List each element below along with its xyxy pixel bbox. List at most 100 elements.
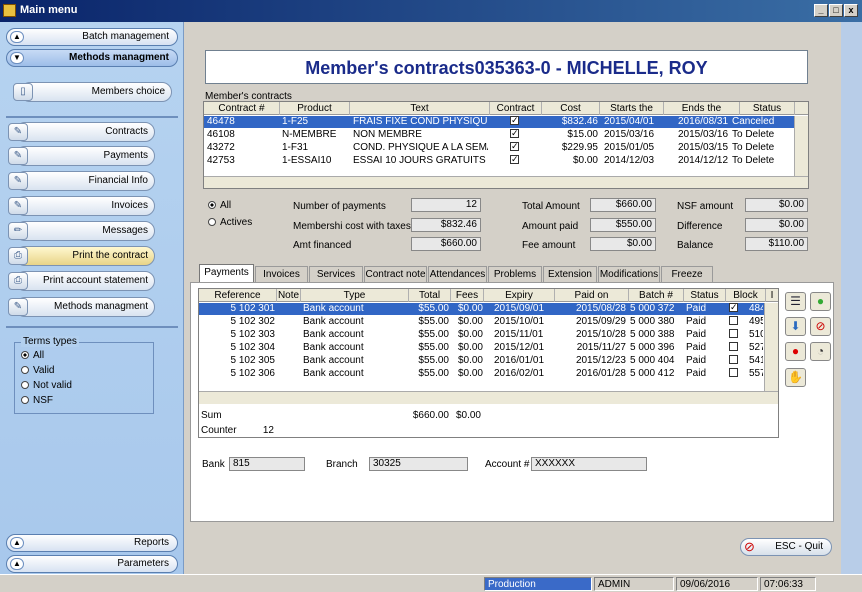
table-row[interactable]: 5 102 304 Bank account $55.00 $0.00 2015/12/… [199, 342, 778, 354]
terms-radio-all[interactable]: All [21, 350, 44, 362]
table-row[interactable]: 5 102 306 Bank account $55.00 $0.00 2016/02/… [199, 368, 778, 380]
table-row[interactable]: 42753 1-ESSAI10 ESSAI 10 JOURS GRATUITS … [204, 155, 808, 167]
tab-services[interactable]: Services [309, 266, 363, 282]
nav-contracts[interactable]: ✎ Contracts [8, 122, 155, 142]
tab-payments[interactable]: Payments [199, 264, 254, 283]
cell-total: $55.00 [418, 316, 449, 327]
table-row[interactable]: 5 102 305 Bank account $55.00 $0.00 2016/01/… [199, 355, 778, 367]
nav-invoices[interactable]: ✎ Invoices [8, 196, 155, 216]
tab-problems[interactable]: Problems [488, 266, 542, 282]
table-row[interactable]: 5 102 301 Bank account $55.00 $0.00 2015/09/… [199, 303, 778, 315]
col-block[interactable]: Block [726, 289, 766, 302]
col-i[interactable]: I [766, 289, 778, 302]
col-note[interactable]: Note [277, 289, 301, 302]
payments-hscrollbar[interactable] [199, 391, 778, 404]
cell-i: 510 [749, 329, 763, 340]
counter-label: Counter [201, 425, 237, 436]
nav-label: Invoices [111, 200, 148, 211]
export-button[interactable]: ☰ [785, 292, 806, 311]
contract-checkbox[interactable] [510, 142, 519, 152]
col-total[interactable]: Total [409, 289, 451, 302]
terms-radio-not-valid[interactable]: Not valid [21, 380, 72, 392]
col-reference[interactable]: Reference [199, 289, 277, 302]
stop-button[interactable]: ✋ [785, 368, 806, 387]
col-status[interactable]: Status [684, 289, 726, 302]
block-checkbox[interactable] [729, 303, 738, 313]
block-checkbox[interactable] [729, 355, 738, 364]
filter-radio-all[interactable]: All [208, 200, 231, 212]
col-paid-on[interactable]: Paid on [555, 289, 629, 302]
red-action-button[interactable]: ● [785, 342, 806, 361]
contract-checkbox[interactable] [510, 155, 519, 165]
table-row[interactable]: 46478 1-F25 FRAIS FIXE COND PHYSIQUE A $… [204, 116, 808, 128]
group-label: Reports [133, 537, 169, 548]
stop-hand-icon: ✋ [788, 370, 803, 384]
col-contract[interactable]: Contract [490, 102, 542, 115]
table-row[interactable]: 43272 1-F31 COND. PHYSIQUE A LA SEMAIN $… [204, 142, 808, 154]
nav-messages[interactable]: ✏ Messages [8, 221, 155, 241]
col-batch[interactable]: Batch # [629, 289, 684, 302]
contract-checkbox[interactable] [510, 129, 519, 139]
contracts-table[interactable]: Contract # Product Text Contract Cost St… [203, 101, 809, 189]
maximize-button[interactable]: □ [829, 4, 843, 17]
printer-icon: ⎙ [8, 272, 28, 290]
tab-attendances[interactable]: Attendances [428, 266, 487, 282]
methods-management-group[interactable]: ▼ Methods managment [6, 49, 178, 67]
block-checkbox[interactable] [729, 368, 738, 377]
col-contract-num[interactable]: Contract # [204, 102, 280, 115]
parameters-group[interactable]: ▲ Parameters [6, 555, 178, 573]
col-ends[interactable]: Ends the [664, 102, 740, 115]
col-status[interactable]: Status [740, 102, 795, 115]
nav-print-contract[interactable]: ⎙ Print the contract [8, 246, 155, 266]
contracts-vscrollbar[interactable] [794, 116, 808, 176]
close-button[interactable]: x [844, 4, 858, 17]
tab-modifications[interactable]: Modifications [598, 266, 660, 282]
balance-label: Balance [677, 240, 714, 251]
col-fees[interactable]: Fees [451, 289, 484, 302]
minimize-button[interactable]: _ [814, 4, 828, 17]
move-down-button[interactable]: ⬇ [785, 317, 806, 336]
payments-vscrollbar[interactable] [764, 303, 778, 391]
cell-paid: 2015/10/28 [575, 329, 626, 340]
tab-freeze[interactable]: Freeze [661, 266, 713, 282]
batch-management-group[interactable]: ▲ Batch management [6, 28, 178, 46]
nav-print-account-statement[interactable]: ⎙ Print account statement [8, 271, 155, 291]
settings-action-button[interactable]: ◔ [810, 342, 831, 361]
members-choice-button[interactable]: ▯ Members choice [13, 82, 172, 102]
table-row[interactable]: 5 102 302 Bank account $55.00 $0.00 2015/10/… [199, 316, 778, 328]
stack-icon: ☰ [790, 294, 801, 308]
block-checkbox[interactable] [729, 316, 738, 325]
nav-financial-info[interactable]: ✎ Financial Info [8, 171, 155, 191]
block-checkbox[interactable] [729, 329, 738, 338]
contracts-hscrollbar[interactable] [204, 176, 808, 188]
payments-table[interactable]: Reference Note Type Total Fees Expiry Pa… [198, 288, 779, 438]
terms-radio-nsf[interactable]: NSF [21, 395, 53, 407]
cell-paid: 2015/12/23 [575, 355, 626, 366]
prohibit-icon: ⊘ [815, 319, 826, 333]
quit-button[interactable]: ⊘ ESC - Quit [740, 538, 832, 556]
cancel-action-button[interactable]: ⊘ [810, 317, 831, 336]
contract-checkbox[interactable] [510, 116, 519, 126]
col-starts[interactable]: Starts the [600, 102, 664, 115]
arrow-down-icon: ⬇ [790, 319, 801, 333]
nav-payments[interactable]: ✎ Payments [8, 146, 155, 166]
tab-contract-note[interactable]: Contract note [364, 266, 427, 282]
block-checkbox[interactable] [729, 342, 738, 351]
cell-fees: $0.00 [457, 368, 483, 379]
col-type[interactable]: Type [301, 289, 409, 302]
status-environment: Production [484, 577, 592, 591]
tab-invoices[interactable]: Invoices [255, 266, 308, 282]
terms-radio-valid[interactable]: Valid [21, 365, 55, 377]
nav-methods-management[interactable]: ✎ Methods managment [8, 297, 155, 317]
col-cost[interactable]: Cost [542, 102, 600, 115]
table-row[interactable]: 5 102 303 Bank account $55.00 $0.00 2015/11/… [199, 329, 778, 341]
reports-group[interactable]: ▲ Reports [6, 534, 178, 552]
green-action-button[interactable]: ● [810, 292, 831, 311]
col-text[interactable]: Text [350, 102, 490, 115]
col-product[interactable]: Product [280, 102, 350, 115]
col-expiry[interactable]: Expiry [484, 289, 555, 302]
sum-label: Sum [201, 410, 222, 421]
filter-radio-actives[interactable]: Actives [208, 217, 252, 229]
table-row[interactable]: 46108 N-MEMBRE NON MEMBRE $15.00 2015/03… [204, 129, 808, 141]
tab-extension[interactable]: Extension [543, 266, 597, 282]
